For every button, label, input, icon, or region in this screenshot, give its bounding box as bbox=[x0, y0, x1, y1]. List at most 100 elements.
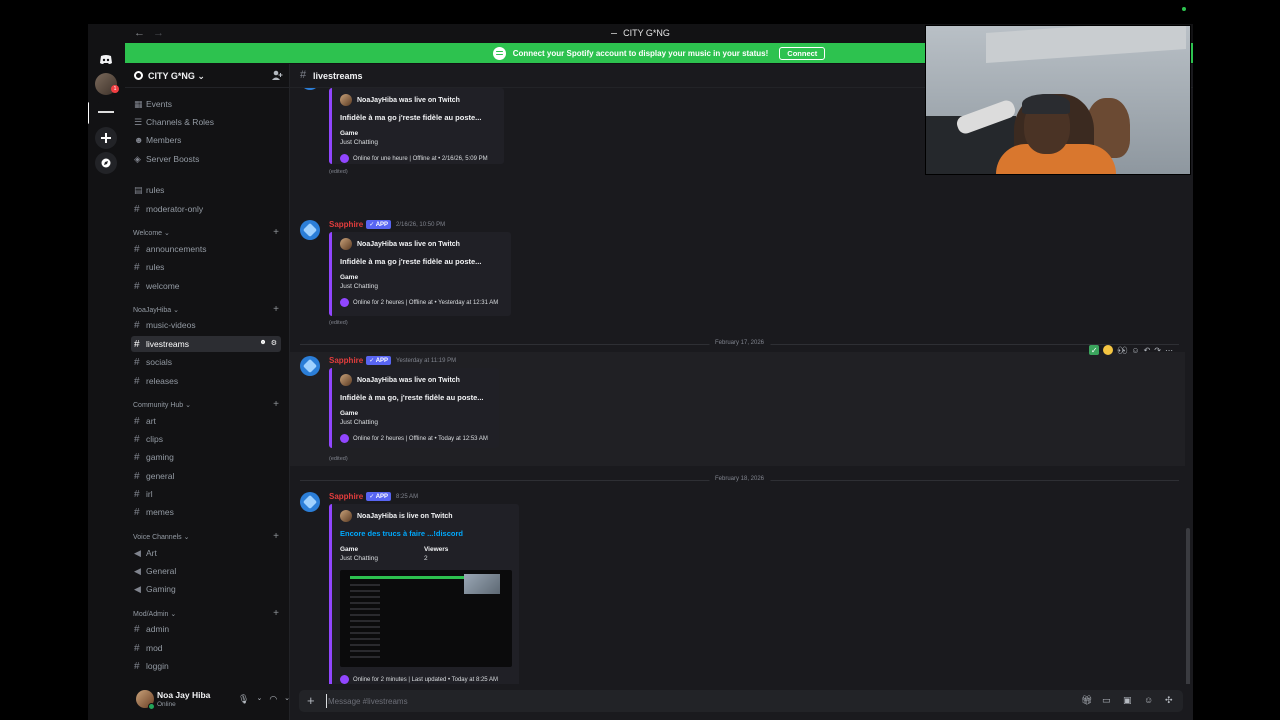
category-welcome[interactable]: Welcome ⌄ + bbox=[133, 227, 281, 238]
category-community-hub[interactable]: Community Hub ⌄ + bbox=[133, 399, 281, 410]
field-name: Game bbox=[340, 274, 359, 281]
laugh-reaction-icon[interactable] bbox=[1103, 345, 1114, 355]
streamer-avatar bbox=[340, 374, 352, 386]
embed-title[interactable]: Infidèle à ma go, j'reste fidèle au post… bbox=[340, 393, 491, 402]
sidebar-item-members[interactable]: ☻ Members bbox=[131, 132, 281, 148]
scrollbar[interactable] bbox=[1186, 528, 1190, 684]
channel-general[interactable]: # general bbox=[131, 468, 281, 484]
apps-icon[interactable]: ✣ bbox=[1165, 695, 1177, 706]
embed-author[interactable]: NoaJayHiba is live on Twitch bbox=[357, 513, 453, 520]
active-server-pill bbox=[88, 102, 89, 124]
headphones-icon[interactable]: ◠ bbox=[269, 694, 277, 705]
channel-mod[interactable]: # mod bbox=[131, 640, 281, 656]
voice-channel-general[interactable]: ◀ General bbox=[131, 563, 281, 579]
server-icon-city-gang[interactable] bbox=[95, 102, 117, 124]
channel-welcome[interactable]: # welcome bbox=[131, 278, 281, 294]
channel-moderator-only[interactable]: # moderator-only bbox=[131, 201, 281, 217]
channel-art[interactable]: # art bbox=[131, 413, 281, 429]
gif-icon[interactable]: ▭ bbox=[1102, 695, 1114, 706]
discover-compass-icon[interactable] bbox=[95, 152, 117, 174]
forward-icon[interactable]: ↷ bbox=[1154, 346, 1161, 355]
server-header[interactable]: CITY G*NG ⌄ bbox=[125, 64, 289, 88]
channel-gaming[interactable]: # gaming bbox=[131, 449, 281, 465]
stream-thumbnail[interactable] bbox=[340, 570, 512, 667]
add-channel-icon[interactable]: + bbox=[273, 531, 279, 542]
embed-title[interactable]: Infidèle à ma go j'reste fidèle au poste… bbox=[340, 113, 496, 122]
add-reaction-icon[interactable]: ☺ bbox=[1131, 346, 1139, 355]
message-author[interactable]: Sapphire bbox=[329, 220, 363, 229]
attach-plus-icon[interactable]: + bbox=[307, 693, 315, 708]
settings-gear-icon[interactable]: ⚙ bbox=[271, 339, 277, 347]
reply-icon[interactable]: ↶ bbox=[1144, 346, 1151, 355]
embed-author[interactable]: NoaJayHiba was live on Twitch bbox=[357, 377, 460, 384]
connect-button[interactable]: Connect bbox=[779, 46, 826, 60]
more-options-icon[interactable]: ⋯ bbox=[1165, 346, 1173, 355]
status-indicator bbox=[1182, 7, 1186, 11]
channel-releases[interactable]: # releases bbox=[131, 373, 281, 389]
twitch-embed: NoaJayHiba was live on Twitch Infidèle à… bbox=[329, 232, 511, 316]
message-author[interactable]: Sapphire bbox=[329, 492, 363, 501]
spotify-banner-text: Connect your Spotify account to display … bbox=[512, 48, 769, 58]
embed-author[interactable]: NoaJayHiba was live on Twitch bbox=[357, 241, 460, 248]
microphone-icon[interactable]: 🎙︎ bbox=[238, 694, 249, 705]
hash-icon: # bbox=[134, 280, 140, 292]
sidebar-item-events[interactable]: ▦ Events bbox=[131, 96, 281, 112]
category-noajayhiba[interactable]: NoaJayHiba ⌄ + bbox=[133, 304, 281, 315]
create-invite-icon[interactable]: ☻ bbox=[259, 339, 266, 347]
check-reaction-icon[interactable]: ✓ bbox=[1089, 345, 1100, 355]
eyes-reaction-icon[interactable]: 👀︎ bbox=[1117, 346, 1127, 355]
add-channel-icon[interactable]: + bbox=[273, 304, 279, 315]
bot-avatar[interactable] bbox=[300, 88, 320, 90]
field-name: Game bbox=[340, 546, 359, 553]
streamer-avatar bbox=[340, 94, 352, 106]
add-server-icon[interactable] bbox=[95, 127, 117, 149]
channel-livestreams[interactable]: # livestreams ☻ ⚙ bbox=[131, 336, 281, 352]
channel-music-videos[interactable]: # music-videos bbox=[131, 317, 281, 333]
invite-people-icon[interactable] bbox=[272, 70, 283, 81]
sidebar-item-channels-roles[interactable]: ☰ Channels & Roles bbox=[131, 114, 281, 130]
voice-channel-gaming[interactable]: ◀ Gaming bbox=[131, 581, 281, 597]
voice-channel-art[interactable]: ◀ Art bbox=[131, 545, 281, 561]
online-status-dot bbox=[148, 703, 155, 710]
category-voice-channels[interactable]: Voice Channels ⌄ + bbox=[133, 531, 281, 542]
webcam-overlay bbox=[925, 25, 1191, 175]
bot-avatar[interactable] bbox=[300, 492, 320, 512]
message-composer: + 🎁︎ ▭ ▣ ☺ ✣ bbox=[299, 690, 1183, 712]
message-author[interactable]: Sapphire bbox=[329, 356, 363, 365]
sidebar-item-server-boosts[interactable]: ◈ Server Boosts bbox=[131, 151, 281, 167]
channel-rules[interactable]: # rules bbox=[131, 259, 281, 275]
discord-home-icon[interactable] bbox=[95, 48, 117, 70]
twitch-icon bbox=[340, 434, 349, 443]
channel-clips[interactable]: # clips bbox=[131, 431, 281, 447]
add-channel-icon[interactable]: + bbox=[273, 608, 279, 619]
bot-avatar[interactable] bbox=[300, 356, 320, 376]
message-input[interactable] bbox=[326, 694, 826, 708]
streamer-avatar bbox=[340, 238, 352, 250]
channel-rules-top[interactable]: ▤ rules bbox=[131, 182, 281, 198]
channel-memes[interactable]: # memes bbox=[131, 504, 281, 520]
bot-avatar[interactable] bbox=[300, 220, 320, 240]
channel-admin[interactable]: # admin bbox=[131, 621, 281, 637]
edited-label: (edited) bbox=[329, 456, 348, 462]
channel-socials[interactable]: # socials bbox=[131, 354, 281, 370]
channel-announcements[interactable]: # announcements bbox=[131, 241, 281, 257]
message-list: NoaJayHiba was live on Twitch Infidèle à… bbox=[290, 88, 1193, 684]
embed-author[interactable]: NoaJayHiba was live on Twitch bbox=[357, 97, 460, 104]
chevron-down-icon[interactable]: ⌄ bbox=[256, 694, 262, 705]
hash-icon: # bbox=[134, 642, 140, 654]
channel-sidebar: CITY G*NG ⌄ ▦ Events ☰ Channels & Roles ☻ M… bbox=[125, 64, 289, 720]
channel-loggin[interactable]: # loggin bbox=[131, 658, 281, 674]
gift-icon[interactable]: 🎁︎ bbox=[1081, 695, 1093, 706]
sticker-icon[interactable]: ▣ bbox=[1123, 695, 1135, 706]
twitch-icon bbox=[340, 675, 349, 684]
category-mod-admin[interactable]: Mod/Admin ⌄ + bbox=[133, 608, 281, 619]
emoji-icon[interactable]: ☺ bbox=[1144, 695, 1156, 706]
twitch-icon bbox=[340, 154, 349, 163]
twitch-embed: NoaJayHiba was live on Twitch Infidèle à… bbox=[329, 88, 504, 164]
embed-title[interactable]: Infidèle à ma go j'reste fidèle au poste… bbox=[340, 257, 503, 266]
channel-irl[interactable]: # irl bbox=[131, 486, 281, 502]
add-channel-icon[interactable]: + bbox=[273, 399, 279, 410]
add-channel-icon[interactable]: + bbox=[273, 227, 279, 238]
hash-icon: # bbox=[134, 470, 140, 482]
embed-title-link[interactable]: Encore des trucs à faire ...!discord bbox=[340, 529, 511, 538]
